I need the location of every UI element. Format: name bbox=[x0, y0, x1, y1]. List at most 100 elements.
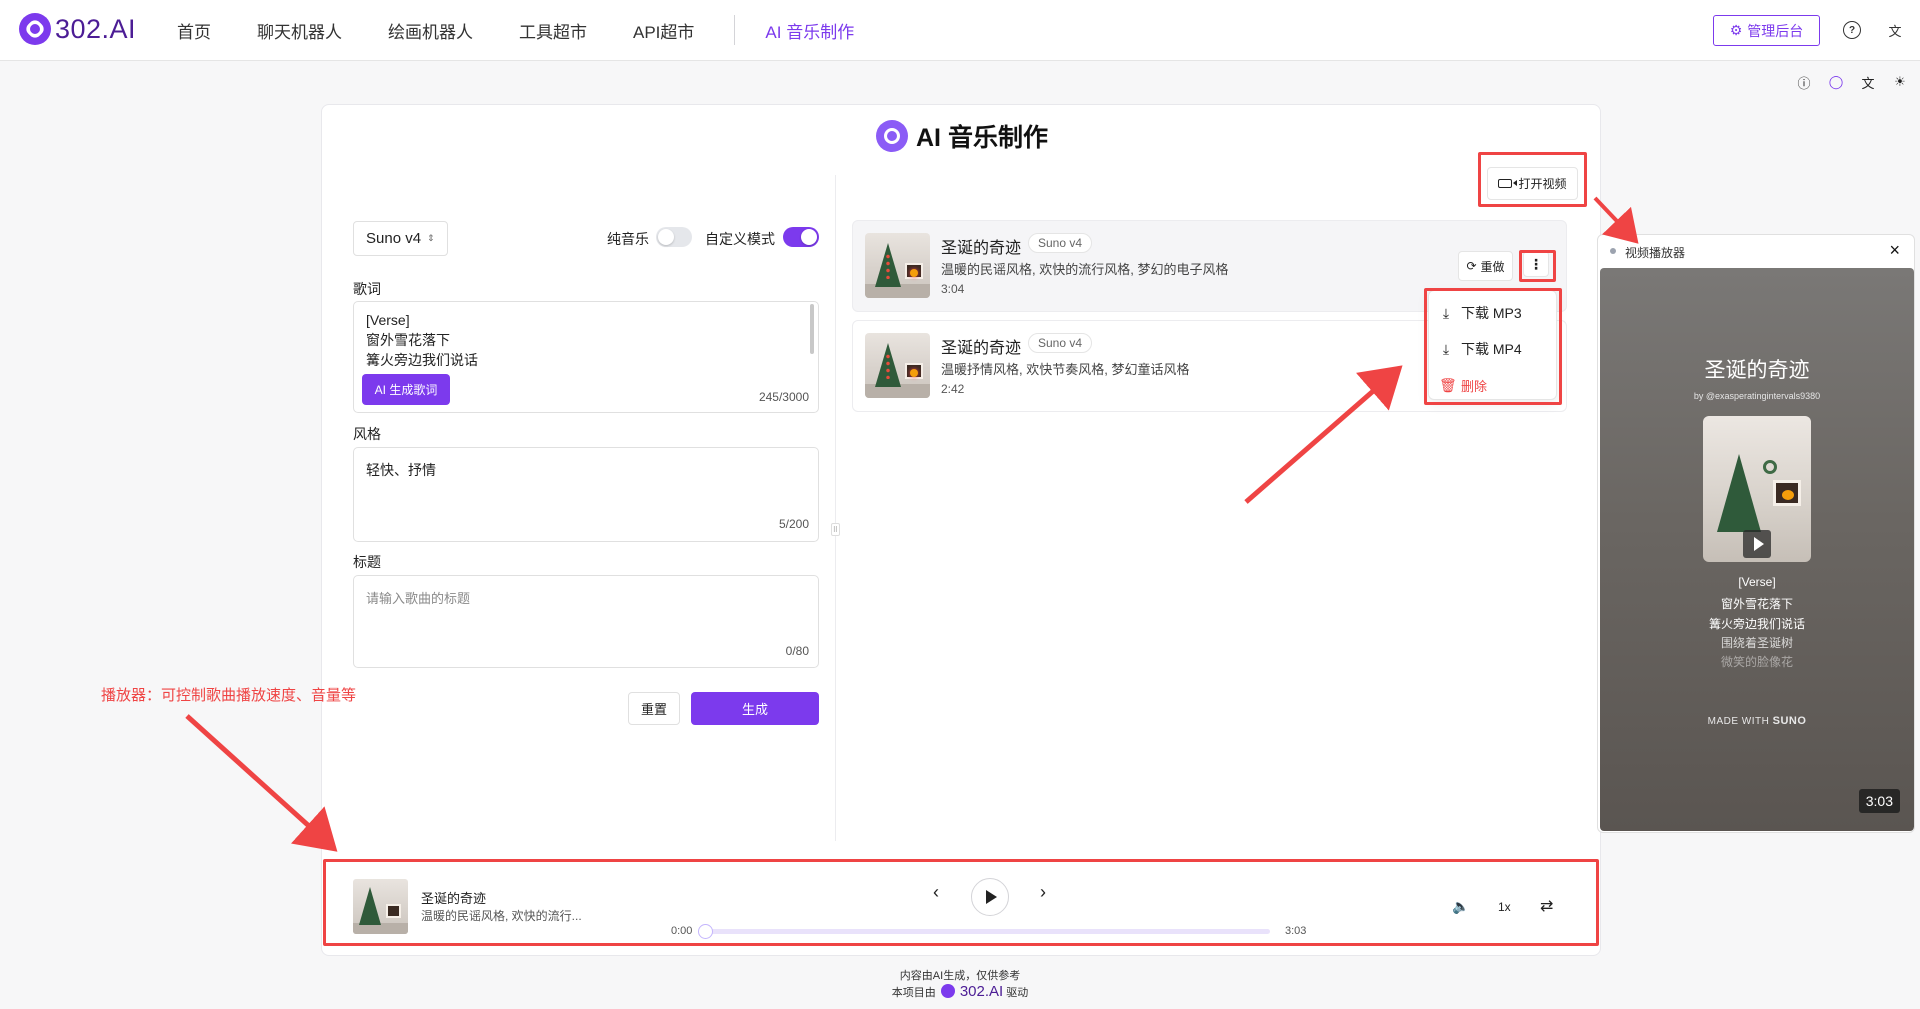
made-with-prefix: MADE WITH bbox=[1707, 716, 1770, 727]
reset-button[interactable]: 重置 bbox=[628, 692, 680, 725]
theme-icon[interactable]: ☀ bbox=[1891, 73, 1909, 91]
song-title: 圣诞的奇迹 bbox=[941, 340, 1022, 357]
lyrics-textarea[interactable]: [Verse] 窗外雪花落下 篝火旁边我们说话 AI 生成歌词 245/3000 bbox=[353, 301, 819, 413]
trash-icon: 🗑 bbox=[1439, 376, 1457, 393]
style-counter: 5/200 bbox=[778, 517, 809, 531]
player-cover bbox=[353, 879, 408, 934]
song-cover bbox=[865, 333, 930, 398]
title-counter: 0/80 bbox=[785, 644, 809, 658]
nav-item-ai-music[interactable]: AI 音乐制作 bbox=[765, 18, 854, 43]
speed-button[interactable]: 1x bbox=[1498, 900, 1511, 914]
chat-icon[interactable]: ◯ bbox=[1827, 73, 1845, 91]
footer-prefix: 本项目由 bbox=[891, 987, 936, 999]
nav-item-home[interactable]: 首页 bbox=[177, 18, 211, 43]
language-icon[interactable]: 文 bbox=[1859, 73, 1877, 91]
nav-item-tools[interactable]: 工具超市 bbox=[519, 18, 587, 43]
admin-icon: ⚙ bbox=[1729, 22, 1743, 38]
logo-text: 302.AI bbox=[55, 13, 137, 44]
song-desc: 温暖抒情风格, 欢快节奏风格, 梦幻童话风格 bbox=[941, 362, 1190, 377]
nav-divider bbox=[734, 15, 736, 45]
lyrics-scrollbar[interactable] bbox=[810, 304, 814, 354]
repeat-icon[interactable]: ⇄ bbox=[1540, 896, 1553, 916]
play-button[interactable] bbox=[971, 878, 1009, 916]
style-label: 风格 bbox=[353, 426, 381, 442]
video-author: by @exasperatingintervals9380 bbox=[1693, 391, 1821, 401]
nav-item-chatbot[interactable]: 聊天机器人 bbox=[257, 18, 342, 43]
previous-icon[interactable]: ‹ bbox=[933, 882, 939, 903]
video-panel-header: 视频播放器 × bbox=[1598, 235, 1914, 266]
style-text: 轻快、抒情 bbox=[366, 462, 436, 478]
video-lyric-line: 围绕着圣诞树 bbox=[1720, 636, 1793, 650]
redo-button[interactable]: ⟳ 重做 bbox=[1458, 251, 1513, 281]
logo-icon bbox=[19, 13, 51, 45]
video-panel-title: 视频播放器 bbox=[1625, 246, 1686, 260]
footer-logo-icon bbox=[940, 984, 955, 998]
video-lyric-line: [Verse] bbox=[1738, 575, 1776, 589]
title-textarea[interactable]: 请输入歌曲的标题 0/80 bbox=[353, 575, 819, 668]
footer-brand: 302.AI bbox=[959, 983, 1004, 1000]
updown-chevron-icon: ⇕ bbox=[427, 233, 435, 243]
refresh-icon: ⟳ bbox=[1466, 259, 1477, 273]
redo-label: 重做 bbox=[1480, 259, 1505, 274]
download-mp3-item[interactable]: ⤓ 下载 MP3 bbox=[1439, 299, 1522, 327]
model-badge: Suno v4 bbox=[1028, 233, 1093, 253]
admin-button[interactable]: ⚙ 管理后台 bbox=[1713, 15, 1820, 46]
next-icon[interactable]: › bbox=[1040, 882, 1046, 903]
lyrics-counter: 245/3000 bbox=[758, 390, 809, 404]
download-icon: ⤓ bbox=[1442, 304, 1450, 321]
lyrics-text: [Verse] 窗外雪花落下 篝火旁边我们说话 bbox=[366, 312, 478, 368]
open-video-button[interactable]: 打开视频 bbox=[1487, 167, 1578, 200]
translate-icon[interactable]: 文 bbox=[1886, 21, 1904, 39]
video-player-panel: 视频播放器 × 圣诞的奇迹 by @exasperatingintervals9… bbox=[1597, 234, 1915, 833]
footer-disclaimer: 内容由AI生成，仅供参考 bbox=[899, 970, 1021, 982]
page-title-text: AI 音乐制作 bbox=[916, 124, 1048, 152]
page-title: AI 音乐制作 bbox=[876, 118, 1048, 154]
tool-icons: ⓘ ◯ 文 ☀ bbox=[1795, 73, 1909, 91]
title-placeholder: 请输入歌曲的标题 bbox=[366, 591, 471, 606]
video-lyric-line: 窗外雪花落下 bbox=[1720, 597, 1793, 611]
close-icon[interactable]: × bbox=[1889, 240, 1900, 261]
style-textarea[interactable]: 轻快、抒情 5/200 bbox=[353, 447, 819, 542]
lyrics-label: 歌词 bbox=[353, 281, 381, 297]
song-duration: 3:04 bbox=[941, 282, 965, 296]
song-options-menu: ⤓ 下载 MP3 ⤓ 下载 MP4 🗑 删除 bbox=[1428, 290, 1557, 400]
app-logo-icon bbox=[876, 120, 908, 152]
custom-mode-label: 自定义模式 bbox=[705, 231, 775, 247]
video-screen[interactable]: 圣诞的奇迹 by @exasperatingintervals9380 [Ver… bbox=[1600, 268, 1914, 831]
song-cover bbox=[865, 233, 930, 298]
player-desc: 温暖的民谣风格, 欢快的流行... bbox=[421, 909, 582, 923]
resize-handle[interactable]: ⠿ bbox=[831, 523, 840, 536]
nav-item-api[interactable]: API超市 bbox=[633, 18, 694, 43]
song-duration: 2:42 bbox=[941, 382, 965, 396]
video-lyric-line: 篝火旁边我们说话 bbox=[1708, 617, 1805, 631]
footer-powered-by: 本项目由 302.AI 驱动 bbox=[0, 983, 1920, 1000]
video-play-icon[interactable] bbox=[1743, 530, 1771, 558]
video-duration: 3:03 bbox=[1858, 789, 1900, 813]
download-mp4-item[interactable]: ⤓ 下载 MP4 bbox=[1439, 335, 1522, 363]
volume-icon[interactable]: 🔈 bbox=[1452, 898, 1469, 915]
instrumental-toggle[interactable] bbox=[656, 227, 692, 247]
total-time: 3:03 bbox=[1285, 925, 1307, 937]
made-with-suno: MADE WITH SUNO bbox=[1600, 715, 1914, 727]
help-icon[interactable]: ? bbox=[1843, 21, 1861, 39]
info-icon[interactable]: ⓘ bbox=[1795, 73, 1813, 91]
ai-generate-lyrics-button[interactable]: AI 生成歌词 bbox=[362, 374, 450, 405]
delete-item[interactable]: 🗑 删除 bbox=[1439, 371, 1487, 399]
custom-mode-toggle[interactable] bbox=[783, 227, 819, 247]
download-mp3-label: 下载 MP3 bbox=[1461, 305, 1522, 321]
progress-slider[interactable] bbox=[703, 929, 1270, 934]
more-options-icon[interactable]: ⋮ bbox=[1523, 251, 1549, 277]
made-with-brand: SUNO bbox=[1772, 715, 1807, 727]
video-cover bbox=[1703, 416, 1811, 562]
song-desc: 温暖的民谣风格, 欢快的流行风格, 梦幻的电子风格 bbox=[941, 262, 1229, 277]
model-badge: Suno v4 bbox=[1028, 333, 1093, 353]
generate-button[interactable]: 生成 bbox=[691, 692, 819, 725]
top-nav: 302.AI 首页 聊天机器人 绘画机器人 工具超市 API超市 AI 音乐制作… bbox=[0, 0, 1920, 61]
progress-knob[interactable] bbox=[698, 924, 713, 939]
admin-button-label: 管理后台 bbox=[1747, 22, 1804, 39]
nav-item-drawbot[interactable]: 绘画机器人 bbox=[388, 18, 473, 43]
video-song-title: 圣诞的奇迹 bbox=[1704, 359, 1810, 382]
nav-menu: 首页 聊天机器人 绘画机器人 工具超市 API超市 AI 音乐制作 bbox=[177, 0, 900, 60]
model-select[interactable]: Suno v4 ⇕ bbox=[353, 221, 448, 256]
logo[interactable]: 302.AI bbox=[19, 13, 136, 45]
